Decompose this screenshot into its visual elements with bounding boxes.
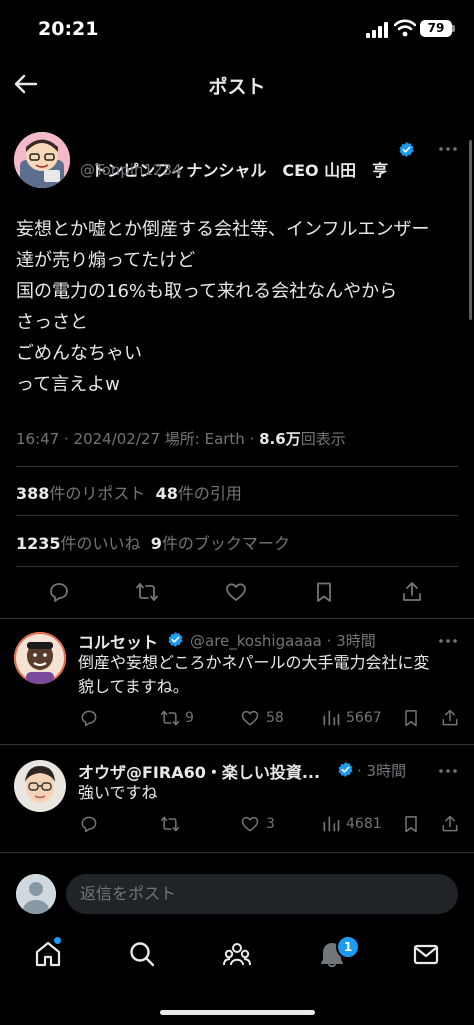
person-avatar-icon bbox=[14, 632, 66, 684]
divider bbox=[0, 744, 474, 745]
reply-body: 倒産や妄想どころかネパールの大手電力会社に変 貌してますね。 bbox=[78, 651, 462, 699]
bookmark-icon[interactable] bbox=[401, 814, 421, 834]
verified-badge-icon bbox=[399, 142, 414, 157]
meta-separator: · bbox=[244, 430, 260, 448]
post-text-line: 達が売り煽ってたけど bbox=[16, 250, 196, 271]
like-heart-icon[interactable] bbox=[240, 708, 260, 728]
repost-stat[interactable]: 388件のリポスト bbox=[16, 484, 145, 503]
post-location: 場所: Earth bbox=[164, 430, 245, 448]
repost-label: 件のリポスト bbox=[49, 484, 146, 503]
reply-body: 強いですね bbox=[78, 781, 462, 805]
repost-icon[interactable] bbox=[160, 708, 180, 728]
reply-view-count: 5667 bbox=[346, 710, 382, 726]
like-stat[interactable]: 1235件のいいね bbox=[16, 534, 141, 553]
default-user-icon bbox=[16, 874, 56, 914]
like-count: 1235 bbox=[16, 534, 61, 553]
reply-meta: · 3時間 bbox=[357, 762, 407, 780]
reply-avatar[interactable] bbox=[14, 632, 66, 684]
post-text-line: ごめんなちゃい bbox=[16, 343, 142, 364]
notifications-badge: 1 bbox=[336, 935, 360, 959]
reply-time: 3時間 bbox=[336, 632, 376, 650]
reply-input[interactable]: 返信をポスト bbox=[66, 874, 458, 914]
post-text-line: 妄想とか嘘とか倒産する会社等、インフルエンザー bbox=[16, 219, 430, 240]
more-options-icon[interactable] bbox=[438, 762, 458, 780]
repost-icon[interactable] bbox=[135, 580, 159, 604]
bookmark-icon[interactable] bbox=[312, 580, 336, 604]
my-avatar[interactable] bbox=[16, 874, 56, 914]
divider bbox=[16, 515, 458, 516]
view-count-label: 回表示 bbox=[300, 430, 346, 448]
quote-stat[interactable]: 48件の引用 bbox=[156, 484, 242, 503]
reply-handle[interactable]: @are_koshigaaaa bbox=[190, 632, 322, 650]
status-time: 20:21 bbox=[38, 18, 99, 40]
reply-meta: @are_koshigaaaa · 3時間 bbox=[190, 632, 376, 650]
bookmark-label: 件のブックマーク bbox=[161, 534, 290, 553]
divider bbox=[16, 466, 458, 467]
post-meta: 16:47 · 2024/02/27 場所: Earth · 8.6万回表示 bbox=[16, 428, 346, 449]
reply-author-name[interactable]: オウザ@FIRA60・楽しい投資... bbox=[78, 759, 320, 783]
views-chart-icon[interactable] bbox=[321, 708, 341, 728]
post-body: 妄想とか嘘とか倒産する会社等、インフルエンザー 達が売り煽ってたけど 国の電力の… bbox=[16, 214, 462, 400]
reply-icon[interactable] bbox=[79, 814, 99, 834]
reply-like-count: 58 bbox=[266, 710, 284, 726]
like-label: 件のいいね bbox=[60, 534, 141, 553]
bookmark-icon[interactable] bbox=[401, 708, 421, 728]
reply-text-line: 貌してますね。 bbox=[78, 677, 189, 696]
like-heart-icon[interactable] bbox=[240, 814, 260, 834]
more-options-icon[interactable] bbox=[438, 632, 458, 650]
reply-author-name[interactable]: コルセット bbox=[78, 629, 158, 653]
battery-tip bbox=[452, 25, 455, 32]
verified-badge-icon bbox=[338, 762, 353, 777]
author-avatar[interactable] bbox=[14, 132, 70, 188]
home-indicator[interactable] bbox=[160, 1010, 315, 1015]
post-text-line: さっさと bbox=[16, 312, 88, 333]
page-title: ポスト bbox=[208, 76, 266, 98]
home-unread-dot bbox=[54, 937, 61, 944]
divider bbox=[16, 566, 458, 567]
more-options-icon[interactable] bbox=[438, 140, 458, 158]
view-count: 8.6万 bbox=[259, 430, 301, 448]
reply-avatar[interactable] bbox=[14, 760, 66, 812]
reply-text-line: 倒産や妄想どころかネパールの大手電力会社に変 bbox=[78, 653, 430, 672]
reply-time: 3時間 bbox=[366, 762, 407, 780]
repost-quote-stats: 388件のリポスト 48件の引用 bbox=[16, 480, 242, 504]
post-timestamp[interactable]: 16:47 · 2024/02/27 bbox=[16, 430, 165, 448]
messages-envelope-icon[interactable] bbox=[411, 939, 441, 969]
person-avatar-icon bbox=[14, 760, 66, 812]
reply-view-count: 4681 bbox=[346, 816, 382, 832]
share-icon[interactable] bbox=[440, 814, 460, 834]
verified-badge-icon bbox=[168, 632, 183, 647]
battery-indicator: 79 bbox=[420, 20, 452, 37]
post-text-line: 国の電力の16%も取って来れる会社なんやから bbox=[16, 281, 398, 302]
divider bbox=[0, 852, 474, 853]
cellular-signal-icon bbox=[366, 22, 388, 38]
repost-count: 388 bbox=[16, 484, 50, 503]
repost-icon[interactable] bbox=[160, 814, 180, 834]
share-icon[interactable] bbox=[400, 580, 424, 604]
reply-icon[interactable] bbox=[79, 708, 99, 728]
quote-label: 件の引用 bbox=[177, 484, 242, 503]
reply-text-line: 強いですね bbox=[78, 783, 158, 802]
scrollbar[interactable] bbox=[469, 140, 472, 320]
quote-count: 48 bbox=[155, 484, 178, 503]
communities-icon[interactable] bbox=[222, 939, 252, 969]
reply-repost-count: 9 bbox=[185, 710, 194, 726]
divider bbox=[0, 618, 474, 619]
reply-icon[interactable] bbox=[47, 580, 71, 604]
wifi-icon bbox=[394, 19, 416, 37]
reply-like-count: 3 bbox=[266, 816, 275, 832]
views-chart-icon[interactable] bbox=[321, 814, 341, 834]
search-icon[interactable] bbox=[127, 939, 157, 969]
like-bookmark-stats: 1235件のいいね 9件のブックマーク bbox=[16, 530, 290, 554]
like-heart-icon[interactable] bbox=[224, 580, 248, 604]
bookmark-count: 9 bbox=[150, 534, 162, 553]
author-handle[interactable]: @Tonpin1234 bbox=[80, 161, 182, 179]
post-text-line: って言えよw bbox=[16, 374, 120, 395]
cartoon-avatar-icon bbox=[14, 132, 70, 188]
share-icon[interactable] bbox=[440, 708, 460, 728]
bookmark-stat[interactable]: 9件のブックマーク bbox=[151, 534, 290, 553]
